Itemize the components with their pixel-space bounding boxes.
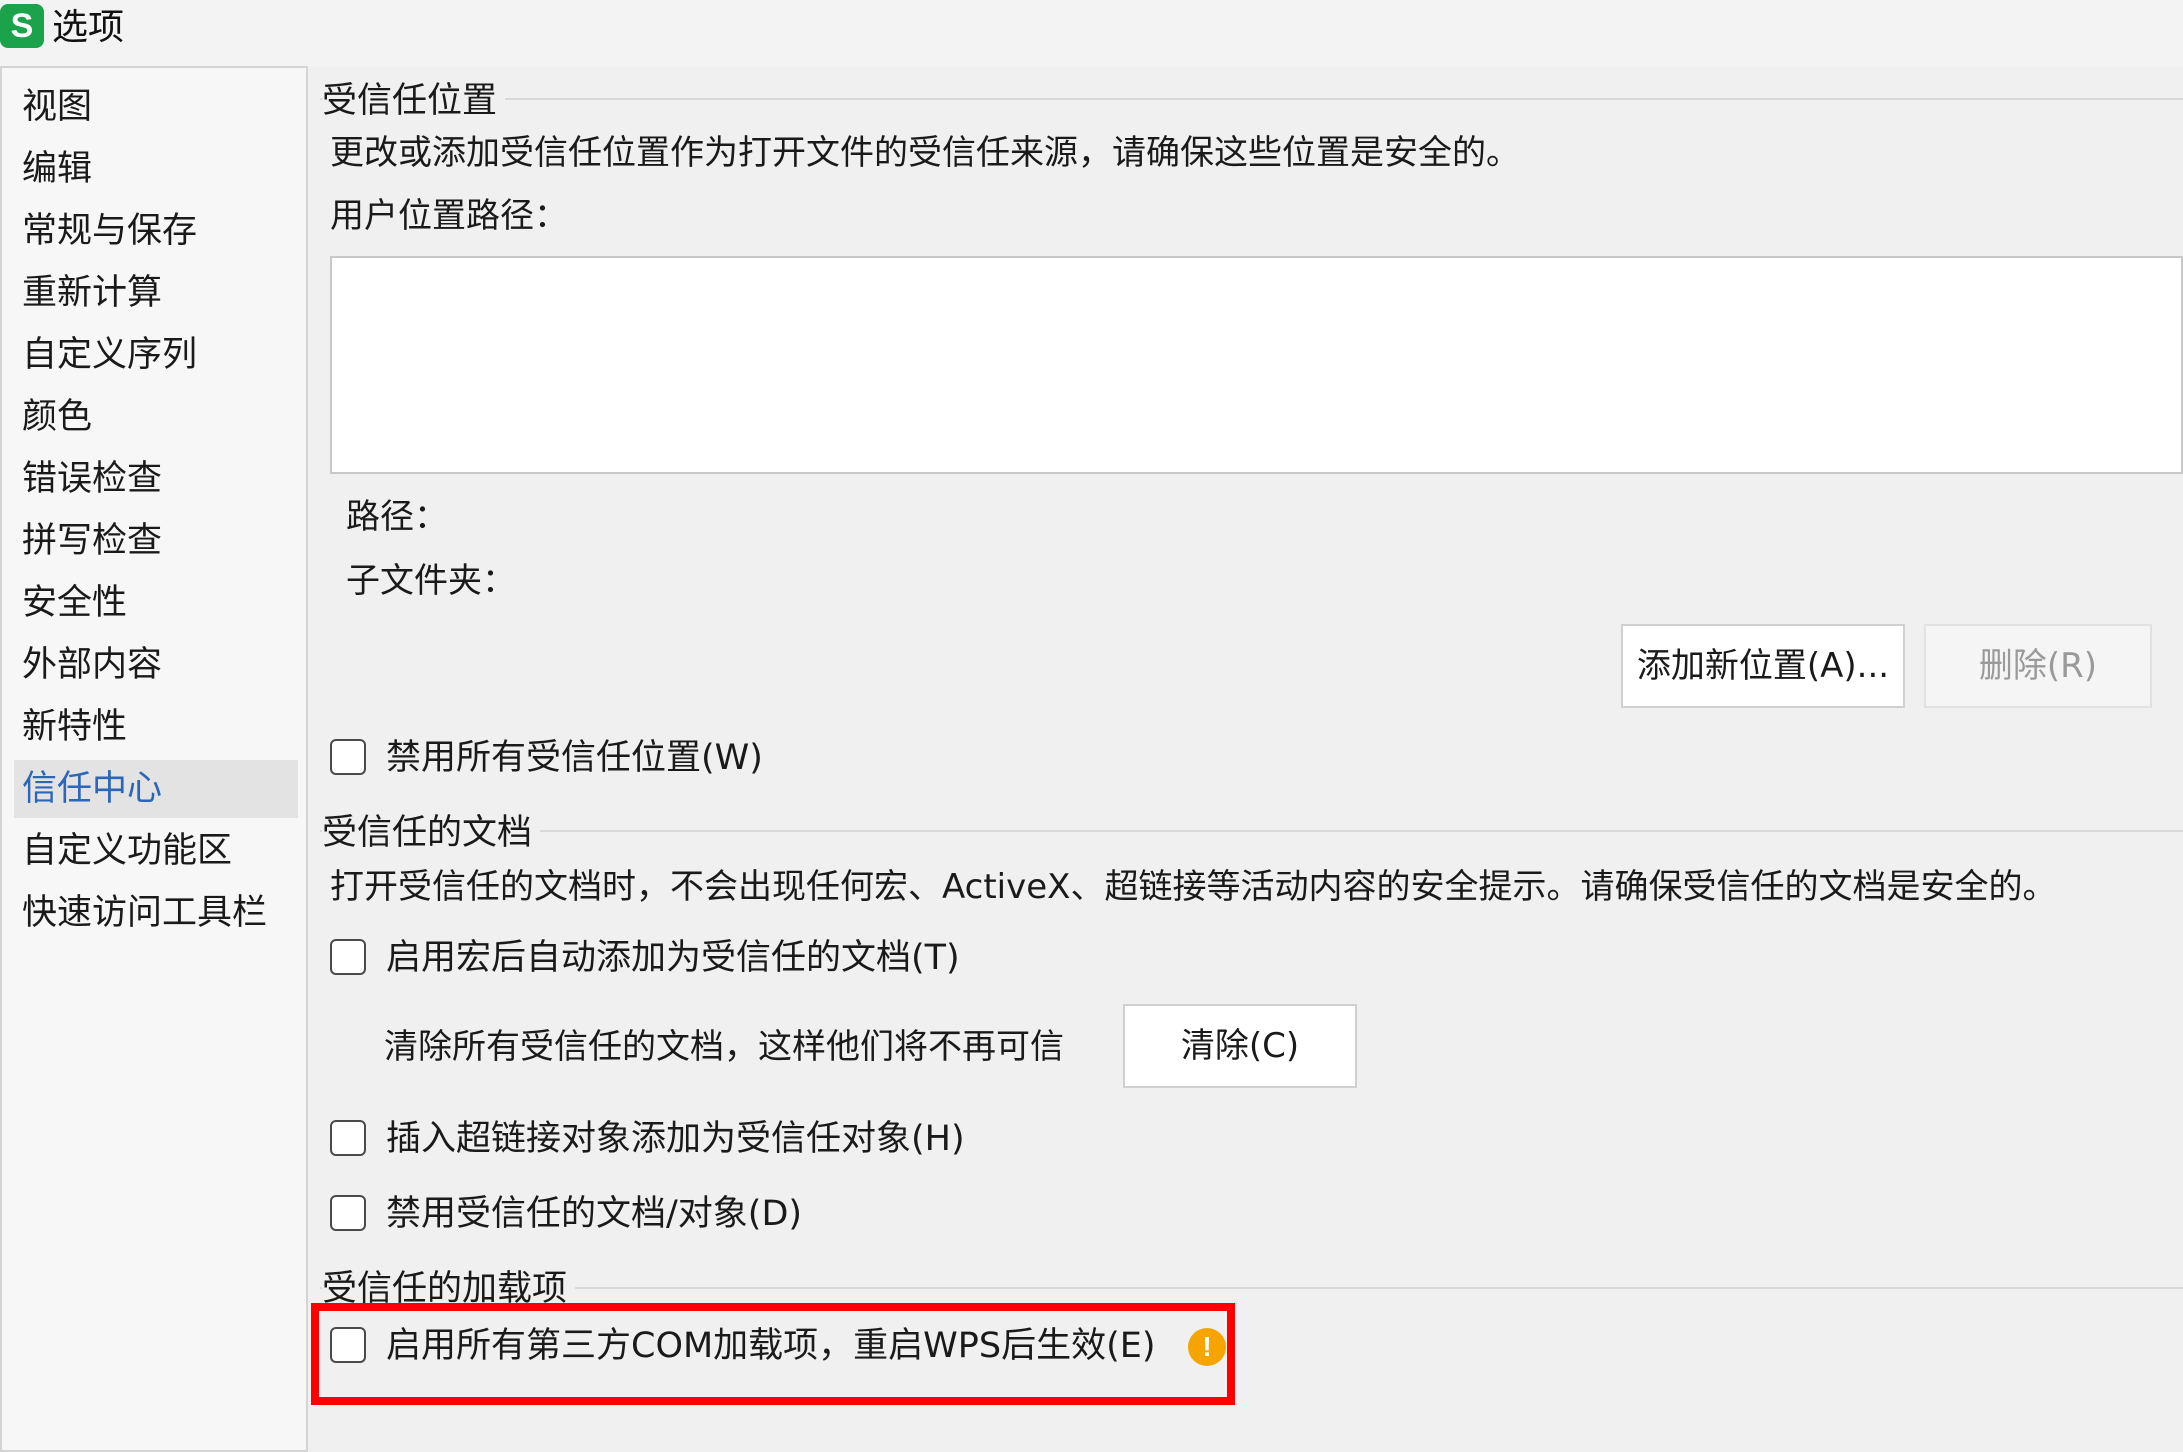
sidebar-item-spell-check[interactable]: 拼写检查 (14, 512, 298, 570)
clear-trusted-documents-text: 清除所有受信任的文档，这样他们将不再可信 (384, 1027, 1064, 1067)
subfolder-label: 子文件夹： (346, 561, 516, 601)
sidebar-item-external-content[interactable]: 外部内容 (14, 636, 298, 694)
sidebar-item-custom-lists[interactable]: 自定义序列 (14, 326, 298, 384)
sidebar-item-view[interactable]: 视图 (14, 78, 298, 136)
trust-center-panel: 受信任位置 更改或添加受信任位置作为打开文件的受信任来源，请确保这些位置是安全的… (310, 66, 2183, 1452)
sidebar-item-error-check[interactable]: 错误检查 (14, 450, 298, 508)
sidebar-item-color[interactable]: 颜色 (14, 388, 298, 446)
sidebar-item-new-features[interactable]: 新特性 (14, 698, 298, 756)
path-label: 路径： (346, 497, 448, 537)
auto-add-trusted-label[interactable]: 启用宏后自动添加为受信任的文档(T) (386, 934, 960, 982)
sidebar-item-trust-center[interactable]: 信任中心 (14, 760, 298, 818)
user-path-label: 用户位置路径： (330, 196, 568, 236)
sidebar-item-customize-ribbon[interactable]: 自定义功能区 (14, 822, 298, 880)
trusted-locations-list[interactable] (330, 256, 2183, 474)
disable-trusted-locations-checkbox[interactable] (330, 739, 366, 775)
section-divider (320, 1287, 2183, 1289)
highlight-box (311, 1303, 1235, 1405)
sidebar-item-general-save[interactable]: 常规与保存 (14, 202, 298, 260)
disable-trusted-documents-label[interactable]: 禁用受信任的文档/对象(D) (386, 1190, 802, 1238)
window-title: 选项 (52, 7, 125, 48)
sidebar-item-quick-access-toolbar[interactable]: 快速访问工具栏 (14, 884, 298, 942)
trusted-documents-title: 受信任的文档 (322, 810, 541, 856)
disable-trusted-documents-checkbox[interactable] (330, 1195, 366, 1231)
section-divider (320, 98, 2183, 100)
hyperlink-trusted-label[interactable]: 插入超链接对象添加为受信任对象(H) (386, 1115, 965, 1163)
delete-location-button[interactable]: 删除(R) (1924, 624, 2152, 708)
trusted-locations-title: 受信任位置 (322, 78, 506, 124)
section-divider (320, 830, 2183, 832)
disable-trusted-locations-label[interactable]: 禁用所有受信任位置(W) (386, 734, 763, 782)
sidebar-item-security[interactable]: 安全性 (14, 574, 298, 632)
hyperlink-trusted-checkbox[interactable] (330, 1120, 366, 1156)
sidebar-item-recalculate[interactable]: 重新计算 (14, 264, 298, 322)
options-sidebar: 视图 编辑 常规与保存 重新计算 自定义序列 颜色 错误检查 拼写检查 安全性 … (0, 66, 308, 1452)
clear-button[interactable]: 清除(C) (1123, 1004, 1357, 1088)
trusted-documents-description: 打开受信任的文档时，不会出现任何宏、ActiveX、超链接等活动内容的安全提示。… (330, 867, 2057, 907)
auto-add-trusted-checkbox[interactable] (330, 939, 366, 975)
trusted-locations-description: 更改或添加受信任位置作为打开文件的受信任来源，请确保这些位置是安全的。 (330, 133, 1520, 173)
title-bar: S 选项 (0, 0, 2183, 66)
add-new-location-button[interactable]: 添加新位置(A)... (1621, 624, 1905, 708)
wps-spreadsheet-logo-icon: S (0, 4, 44, 48)
sidebar-item-edit[interactable]: 编辑 (14, 140, 298, 198)
